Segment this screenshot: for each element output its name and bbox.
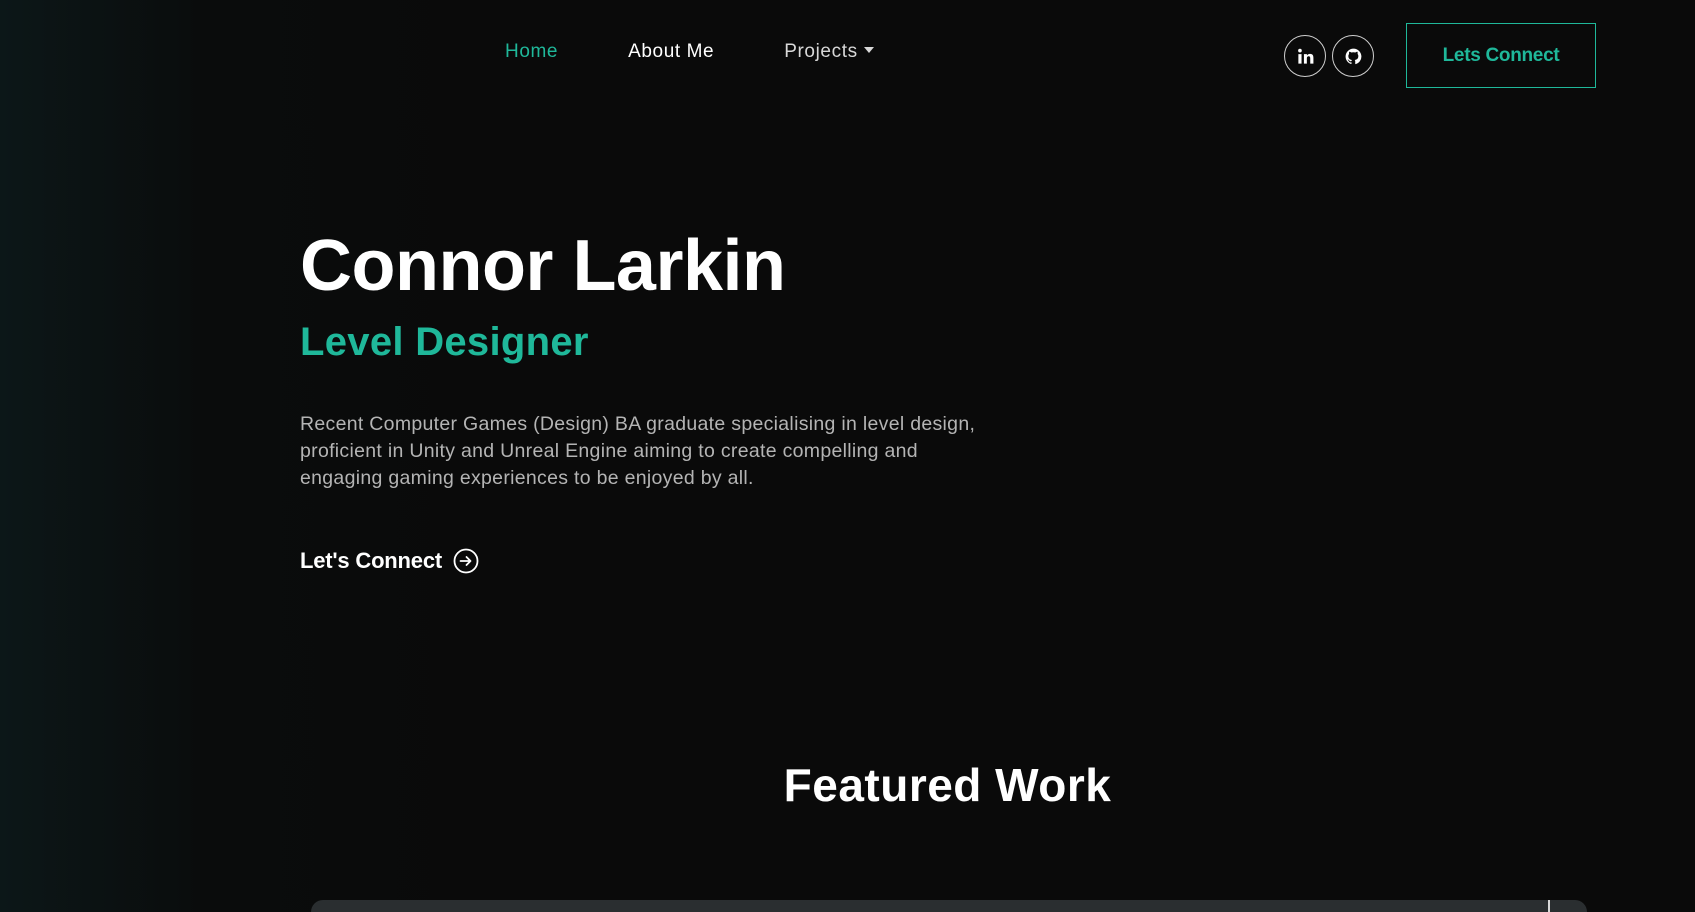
- chevron-down-icon: [863, 47, 874, 53]
- hero-section: Connor Larkin Level Designer Recent Comp…: [300, 230, 1020, 574]
- navbar: Home About Me Projects Lets Connect: [0, 0, 1695, 110]
- nav-link-projects-label: Projects: [784, 41, 858, 62]
- nav-links: Home About Me Projects: [505, 41, 944, 63]
- hero-role: Level Designer: [300, 320, 589, 364]
- linkedin-icon: [1297, 48, 1313, 64]
- github-button[interactable]: [1332, 35, 1374, 77]
- linkedin-button[interactable]: [1284, 35, 1326, 77]
- hero-connect-label: Let's Connect: [300, 548, 442, 573]
- nav-link-about-me[interactable]: About Me: [628, 41, 714, 63]
- hero-name: Connor Larkin: [300, 226, 786, 306]
- nav-link-projects[interactable]: Projects: [784, 41, 874, 63]
- lets-connect-button[interactable]: Lets Connect: [1406, 23, 1596, 88]
- carousel-divider: [1548, 900, 1550, 912]
- page: Home About Me Projects Lets Connect Conn…: [0, 0, 1695, 912]
- hero-connect-link[interactable]: Let's Connect: [300, 548, 479, 574]
- featured-work-heading: Featured Work: [783, 759, 1112, 811]
- github-icon: [1345, 48, 1361, 64]
- arrow-right-circle-icon: [453, 548, 479, 574]
- social-links: [1284, 35, 1380, 77]
- featured-carousel[interactable]: [311, 900, 1587, 912]
- hero-description: Recent Computer Games (Design) BA gradua…: [300, 413, 976, 489]
- nav-link-home[interactable]: Home: [505, 41, 558, 63]
